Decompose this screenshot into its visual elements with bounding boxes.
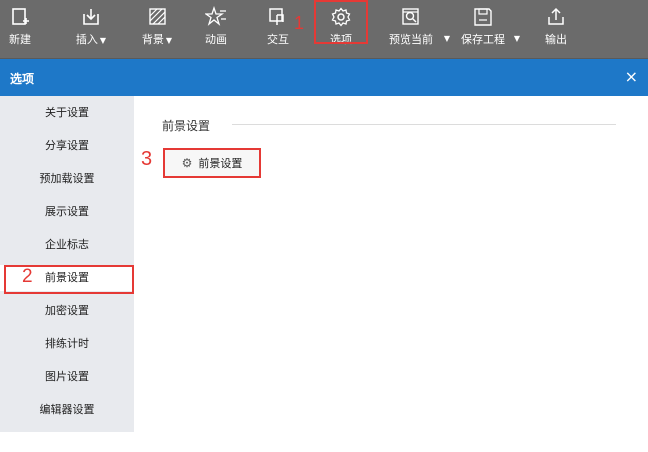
animation-label: 动画 — [205, 33, 227, 46]
animation-button[interactable]: 动画 — [196, 0, 236, 58]
save-button[interactable]: 保存工程 — [456, 0, 510, 58]
preview-button[interactable]: 预览当前 — [380, 0, 442, 58]
sidebar-item-logo[interactable]: 企业标志 — [0, 232, 134, 258]
background-button[interactable]: 背景 ▼ — [130, 0, 184, 58]
sidebar-item-display[interactable]: 展示设置 — [0, 199, 134, 225]
interaction-button[interactable]: 交互 — [258, 0, 298, 58]
dropdown-arrow-icon: ▼ — [513, 34, 521, 43]
options-sidebar: 关于设置 分享设置 预加载设置 展示设置 企业标志 前景设置 加密设置 排练计时… — [0, 96, 134, 432]
preview-icon — [402, 8, 419, 25]
insert-button[interactable]: 插入 ▼ — [62, 0, 120, 58]
annotation-1: 1 — [294, 13, 305, 33]
interaction-icon — [269, 8, 284, 25]
annotation-3: 3 — [141, 148, 153, 170]
sidebar-item-share[interactable]: 分享设置 — [0, 133, 134, 159]
save-icon — [474, 8, 492, 26]
background-label: 背景 — [141, 33, 164, 46]
insert-icon — [83, 9, 99, 25]
annotation-2: 2 — [22, 266, 33, 287]
section-divider — [232, 124, 616, 125]
export-icon — [548, 7, 564, 25]
save-dropdown[interactable]: ▼ — [510, 0, 524, 58]
background-icon — [149, 8, 166, 25]
dialog-title-bar: 选项 × — [0, 59, 648, 96]
preview-label: 预览当前 — [389, 33, 433, 46]
gear-icon: ⚙ — [181, 156, 193, 170]
options-highlight — [314, 0, 368, 44]
sidebar-item-encryption[interactable]: 加密设置 — [0, 298, 134, 324]
close-icon[interactable]: × — [625, 67, 638, 86]
save-label: 保存工程 — [461, 33, 505, 46]
sidebar-item-preload[interactable]: 预加载设置 — [0, 166, 134, 192]
star-icon — [205, 6, 226, 26]
sidebar-item-about[interactable]: 关于设置 — [0, 100, 134, 126]
foreground-settings-button[interactable]: ⚙ 前景设置 — [163, 148, 261, 178]
preview-dropdown[interactable]: ▼ — [440, 0, 454, 58]
dropdown-arrow-icon: ▼ — [99, 36, 107, 45]
foreground-settings-label: 前景设置 — [198, 157, 243, 170]
sidebar-item-rehearse-timing[interactable]: 排练计时 — [0, 331, 134, 357]
interaction-label: 交互 — [267, 33, 289, 46]
dropdown-arrow-icon: ▼ — [443, 34, 451, 43]
insert-label: 插入 — [75, 33, 98, 46]
sidebar-item-editor[interactable]: 编辑器设置 — [0, 397, 134, 423]
new-icon — [12, 8, 29, 25]
dropdown-arrow-icon: ▼ — [165, 36, 173, 45]
section-title: 前景设置 — [162, 119, 211, 133]
dialog-title: 选项 — [10, 72, 35, 86]
export-button[interactable]: 输出 — [536, 0, 576, 58]
export-label: 输出 — [545, 33, 567, 46]
new-button[interactable]: 新建 — [0, 0, 40, 58]
sidebar-item-image[interactable]: 图片设置 — [0, 364, 134, 390]
new-label: 新建 — [9, 33, 31, 46]
